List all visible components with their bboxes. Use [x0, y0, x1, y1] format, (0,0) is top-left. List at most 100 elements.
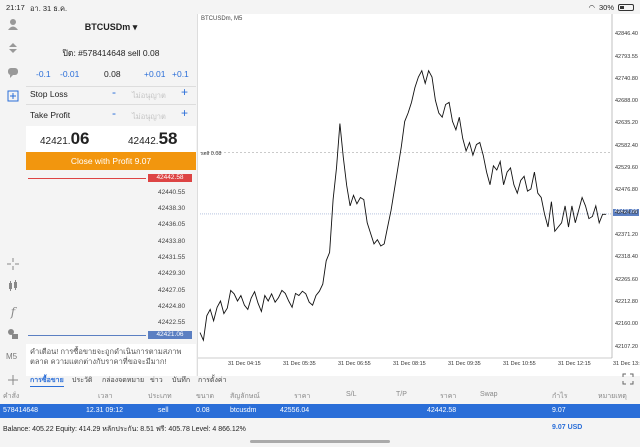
- y-tick-label: 42424.00: [615, 209, 638, 216]
- col-symbol: สัญลักษณ์: [230, 393, 260, 400]
- objects-icon[interactable]: [5, 326, 21, 342]
- col-current-price: ราคา: [440, 393, 457, 400]
- balance-text: Balance: 405.22 Equity: 414.29 หลักประกั…: [3, 426, 246, 433]
- y-tick-label: 42371.20: [615, 231, 638, 238]
- col-tp: T/P: [396, 391, 407, 398]
- timeframe-label[interactable]: M5: [6, 352, 17, 361]
- x-tick-label: 31 Dec 06:55: [338, 361, 371, 367]
- tab-news[interactable]: ข่าว: [150, 375, 163, 386]
- y-tick-label: 42635.20: [615, 120, 638, 127]
- y-tick-label: 42318.40: [615, 254, 638, 261]
- chat-icon[interactable]: [5, 64, 21, 80]
- col-size: ขนาด: [196, 393, 215, 400]
- left-toolbar: f M5: [0, 14, 26, 388]
- x-tick-label: 31 Dec 09:35: [448, 361, 481, 367]
- col-order: คำสั่ง: [3, 393, 20, 400]
- volume-value[interactable]: 0.08: [104, 69, 121, 79]
- col-comment: หมายเหตุ: [598, 393, 627, 400]
- tp-plus-button[interactable]: +: [181, 106, 188, 120]
- cell-price: 42556.04: [280, 407, 310, 414]
- col-swap: Swap: [480, 391, 498, 398]
- total-profit: 9.07 USD: [552, 424, 583, 431]
- close-with-profit-button[interactable]: Close with Profit 9.07: [26, 152, 196, 170]
- price-chart[interactable]: BTCUSDm, M5 sell 0.08 42421.06 42846.40 4…: [197, 14, 640, 376]
- x-tick-label: 31 Dec 08:15: [393, 361, 426, 367]
- x-tick-label: 31 Dec 13:35: [613, 361, 640, 367]
- x-tick-label: 31 Dec 12:15: [558, 361, 591, 367]
- divider: [26, 86, 196, 87]
- sl-minus-button[interactable]: -: [112, 85, 116, 99]
- y-tick-label: 42846.40: [615, 31, 638, 38]
- battery-icon: [618, 4, 634, 11]
- step-plus-01[interactable]: +0.1: [172, 69, 189, 79]
- order-panel: BTCUSDm ▾ ปิด: #578414648 sell 0.08 -0.1…: [26, 14, 196, 376]
- y-tick-label: 42160.00: [615, 321, 638, 328]
- y-tick-label: 42793.55: [615, 53, 638, 60]
- tick-level: 42427.05: [158, 287, 186, 294]
- bid-price: 42421.06: [40, 129, 90, 148]
- terminal-tabs: การซื้อขาย ประวัติ กล่องจดหมาย ข่าว บันท…: [0, 372, 640, 387]
- crosshair-icon[interactable]: [5, 256, 21, 272]
- bid-line: [28, 335, 146, 336]
- step-minus-01[interactable]: -0.1: [36, 69, 51, 79]
- symbol-selector[interactable]: BTCUSDm ▾: [26, 22, 196, 33]
- tick-level: 42422.55: [158, 319, 186, 326]
- price-series-line: [199, 69, 606, 342]
- step-plus-001[interactable]: +0.01: [144, 69, 166, 79]
- status-icons: ◠ 30%: [588, 3, 634, 12]
- trade-arrows-icon[interactable]: [5, 40, 21, 56]
- cell-profit: 9.07: [552, 407, 566, 414]
- x-tick-label: 31 Dec 04:15: [228, 361, 261, 367]
- tab-trade[interactable]: การซื้อขาย: [30, 375, 64, 387]
- new-order-icon[interactable]: [5, 88, 21, 104]
- sl-plus-button[interactable]: +: [181, 85, 188, 99]
- tick-level: 42440.55: [158, 189, 186, 196]
- tp-minus-button[interactable]: -: [112, 106, 116, 120]
- tick-level: 42438.30: [158, 205, 186, 212]
- wifi-icon: ◠: [588, 3, 595, 12]
- y-tick-label: 42582.40: [615, 142, 638, 149]
- sell-level-label: sell 0.08: [201, 151, 222, 157]
- cell-size: 0.08: [196, 407, 210, 414]
- divider: [26, 104, 196, 105]
- battery-percent: 30%: [598, 3, 614, 12]
- tick-chart: 42442.58 42440.55 42438.30 42436.05 4243…: [26, 172, 196, 354]
- status-bar: 21:17 อา. 31 ธ.ค. ◠ 30%: [0, 0, 640, 14]
- x-tick-label: 31 Dec 10:55: [503, 361, 536, 367]
- table-row[interactable]: 578414648 12.31 09:12 sell 0.08 btcusdm …: [0, 404, 640, 418]
- tick-level: 42433.80: [158, 238, 186, 245]
- y-tick-label: 42107.20: [615, 343, 638, 350]
- x-tick-label: 31 Dec 05:35: [283, 361, 316, 367]
- cell-type: sell: [158, 407, 169, 414]
- price-quotes: 42421.06 42442.58: [26, 126, 196, 152]
- step-minus-001[interactable]: -0.01: [60, 69, 79, 79]
- candles-icon[interactable]: [5, 278, 21, 294]
- symbol-name: BTCUSDm: [84, 22, 131, 32]
- tick-level: 42431.55: [158, 254, 186, 261]
- cell-order: 578414648: [3, 407, 39, 414]
- take-profit-label: Take Profit: [30, 110, 71, 120]
- y-tick-label: 42529.60: [615, 165, 638, 172]
- ask-line: [28, 178, 146, 179]
- indicators-icon[interactable]: f: [5, 304, 21, 320]
- y-tick-label: 42476.80: [615, 187, 638, 194]
- col-sl: S/L: [346, 391, 357, 398]
- chart-canvas: [198, 14, 613, 359]
- y-tick-label: 42688.00: [615, 98, 638, 105]
- y-tick-label: 42265.60: [615, 276, 638, 283]
- cell-symbol: btcusdm: [230, 407, 257, 414]
- tab-history[interactable]: ประวัติ: [72, 375, 92, 386]
- ask-tag: 42442.58: [148, 174, 192, 182]
- order-info: ปิด: #578414648 sell 0.08: [62, 48, 160, 58]
- col-time: เวลา: [98, 393, 113, 400]
- tick-level: 42436.05: [158, 221, 186, 228]
- tab-journal[interactable]: บันทึก: [172, 375, 190, 386]
- tab-settings[interactable]: การตั้งค่า: [198, 375, 227, 386]
- accounts-icon[interactable]: [5, 16, 21, 32]
- cell-current-price: 42442.58: [427, 407, 457, 414]
- screenshot-icon[interactable]: [622, 373, 634, 387]
- take-profit-field[interactable]: ไม่อนุญาต: [132, 111, 166, 123]
- stop-loss-field[interactable]: ไม่อนุญาต: [132, 90, 166, 102]
- clock: 21:17: [6, 3, 25, 12]
- tab-mailbox[interactable]: กล่องจดหมาย: [102, 375, 144, 386]
